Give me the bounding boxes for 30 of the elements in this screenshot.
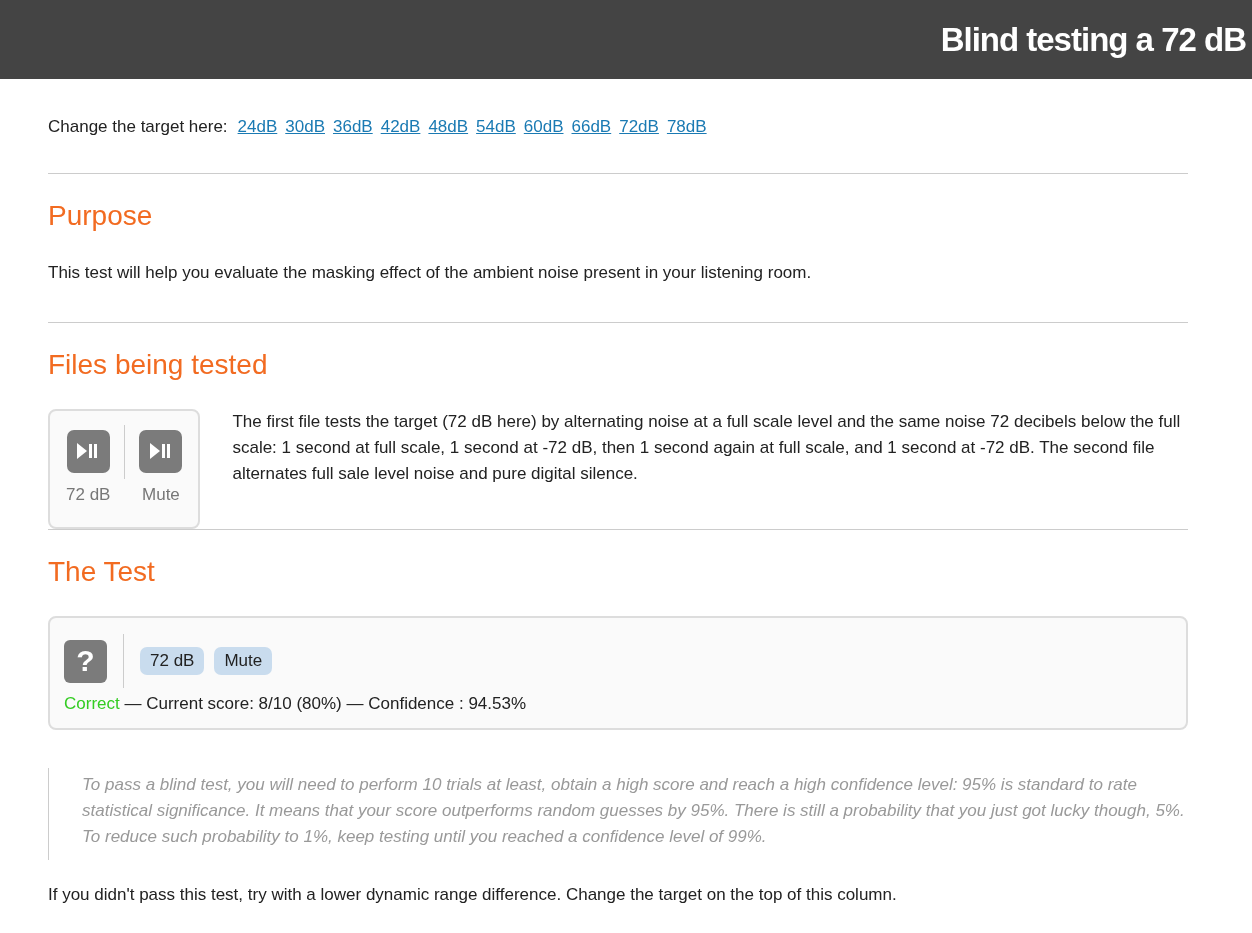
note-text: To pass a blind test, you will need to perform 10 trials at least, obtain a high score and reach a high confidence level: 95% is standard to rate statistical significance. It means that your score outperforms random guesses by 95%. There is still a probability that you just got lucky though, 5%. To reduce such probability to 1%, keep testing until you reached a confidence level of 99%. — [48, 768, 1188, 860]
play-pause-icon — [77, 443, 100, 459]
target-link[interactable]: 60dB — [523, 117, 564, 137]
target-link[interactable]: 48dB — [428, 117, 469, 137]
section-heading: Purpose — [48, 200, 154, 232]
target-link[interactable]: 72dB — [619, 117, 659, 137]
target-link[interactable]: 24dB — [237, 117, 278, 137]
target-link[interactable]: 54dB — [476, 117, 516, 137]
target-link[interactable]: 42dB — [380, 117, 421, 137]
page-title: Blind testing a 72 dB — [940, 20, 1246, 59]
target-label: Change the target here: — [48, 117, 228, 137]
section-heading: The Test — [48, 556, 156, 588]
footer-text: If you didn't pass this test, try with a lower dynamic range difference. Change the target on the top of this column. — [48, 884, 898, 906]
mystery-button[interactable]: ? — [64, 639, 107, 683]
play-pause-button[interactable] — [66, 429, 110, 473]
section-text: The first file tests the target (72 dB here) by alternating noise at a full scale level and the same noise 72 decibels below the full scale: 1 second at full scale, 1 second at -72 dB, then 1 second again at full scale, and 1 second at -72 dB. The second file alternates full sale level noise and pure digital silence. — [232, 411, 1182, 485]
target-link[interactable]: 30dB — [285, 117, 325, 137]
play-pause-button[interactable] — [139, 429, 183, 473]
target-link[interactable]: 78dB — [666, 117, 707, 137]
section-text: This test will help you evaluate the masking effect of the ambient noise present in your listening room. — [48, 262, 813, 284]
target-link[interactable]: 66dB — [571, 117, 612, 137]
player-label: Mute — [142, 484, 180, 505]
player-label: 72 dB — [66, 484, 111, 505]
score-text: — Current score: 8/10 (80%) — Confidence : 94.53% — [124, 694, 527, 713]
result-status: Correct — [64, 694, 120, 713]
target-link[interactable]: 36dB — [333, 117, 373, 137]
choice-button[interactable]: 72 dB — [140, 647, 205, 675]
choice-button[interactable]: Mute — [214, 647, 273, 675]
play-pause-icon — [149, 443, 172, 459]
section-heading: Files being tested — [48, 349, 269, 381]
